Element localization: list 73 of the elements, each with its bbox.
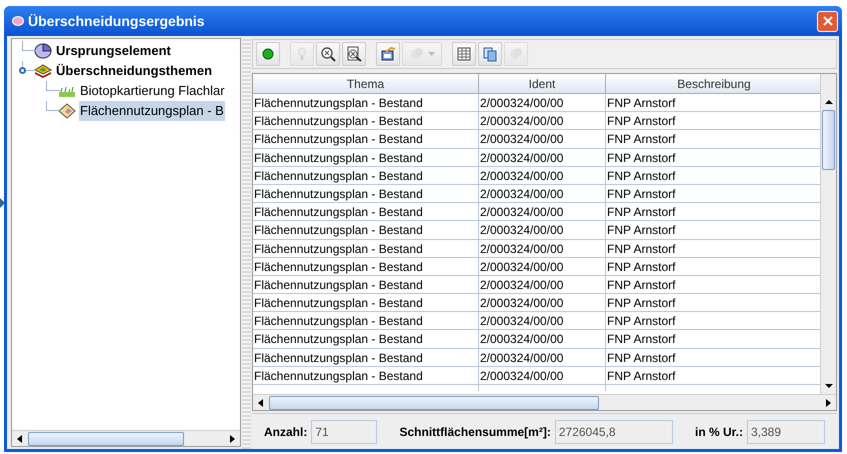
field-label: in % Ur.: xyxy=(694,424,743,440)
table-cell: Flächennutzungsplan - Bestand xyxy=(253,130,479,149)
table-cell: 2/000324/00/00 xyxy=(479,312,606,330)
table-cell: 2/000324/00/00 xyxy=(479,348,606,367)
tree-item[interactable]: Biotopkartierung Flachlar xyxy=(79,81,226,101)
table-cell: Flächennutzungsplan - Bestand xyxy=(253,166,479,185)
window-arrow-icon xyxy=(380,46,396,62)
table-cell: 2/000324/00/00 xyxy=(479,166,606,185)
table-cell: Flächennutzungsplan - Bestand xyxy=(253,348,479,367)
tree-item[interactable]: Überschneidungsthemen xyxy=(55,61,214,81)
column-header[interactable]: Beschreibung xyxy=(606,74,820,94)
close-button[interactable] xyxy=(817,10,838,32)
copy-icon xyxy=(482,46,498,62)
table-cell: Flächennutzungsplan - Bestand xyxy=(253,276,479,294)
table-cell: Flächennutzungsplan - Bestand xyxy=(253,184,479,204)
table-cell: Flächennutzungsplan - Bestand xyxy=(253,94,479,112)
dot-icon xyxy=(260,46,276,62)
table-cell: 2/000324/00/00 xyxy=(479,130,606,149)
table-cell: Flächennutzungsplan - Bestand xyxy=(253,203,479,222)
readonly-field: 71 xyxy=(311,420,378,444)
table-cell: 2/000324/00/00 xyxy=(479,184,606,204)
toolbar-button[interactable] xyxy=(342,42,366,66)
table-cell: 2/000324/00/00 xyxy=(479,240,606,258)
table-cell: Flächennutzungsplan - Bestand xyxy=(253,148,479,167)
pie-icon xyxy=(34,43,52,59)
table-cell: Flächennutzungsplan - Bestand xyxy=(253,240,479,258)
vertical-scrollbar[interactable] xyxy=(820,74,836,394)
close-icon xyxy=(822,16,832,26)
table-cell: Flächennutzungsplan - Bestand xyxy=(253,366,479,385)
tree-item[interactable]: Ursprungselement xyxy=(55,41,172,61)
table-cell: Flächennutzungsplan - Bestand xyxy=(253,330,479,349)
scroll-thumb[interactable] xyxy=(269,396,599,410)
toolbar-button[interactable] xyxy=(316,42,340,66)
table-cell: 2/000324/00/00 xyxy=(479,276,606,294)
table-cell: 2/000324/00/00 xyxy=(479,221,606,240)
collapse-handle-icon[interactable] xyxy=(19,67,26,74)
table-cell: 2/000324/00/00 xyxy=(479,366,606,385)
field-label: Anzahl: xyxy=(264,424,308,440)
table-cell: Flächennutzungsplan - Bestand xyxy=(253,221,479,240)
table-cell: 2/000324/00/00 xyxy=(479,330,606,349)
field-label: Schnittflächensumme[m²]: xyxy=(399,424,551,440)
table-icon xyxy=(456,46,472,62)
gem-icon xyxy=(12,16,24,26)
window-title: Überschneidungsergebnis xyxy=(28,12,205,31)
caret-icon xyxy=(428,52,434,56)
layers-icon xyxy=(34,63,52,79)
horizontal-scrollbar[interactable] xyxy=(12,430,240,446)
table-cell: 2/000324/00/00 xyxy=(479,148,606,167)
table-cell: 2/000324/00/00 xyxy=(479,258,606,276)
table-cell: 2/000324/00/00 xyxy=(479,294,606,312)
readonly-field: 3,389 xyxy=(747,420,825,444)
toolbar-button[interactable] xyxy=(376,42,400,66)
toolbar-button[interactable] xyxy=(256,42,280,66)
table-cell: 2/000324/00/00 xyxy=(479,112,606,130)
zoom-page-icon xyxy=(346,46,362,62)
scroll-thumb[interactable] xyxy=(822,110,835,170)
zoom-icon xyxy=(320,46,336,62)
readonly-field: 2726045,8 xyxy=(554,420,673,444)
table-cell: Flächennutzungsplan - Bestand xyxy=(253,112,479,130)
scroll-thumb[interactable] xyxy=(28,432,184,446)
tree-item[interactable]: Flächennutzungsplan - B xyxy=(79,101,225,121)
arrow-icon xyxy=(0,198,5,208)
toolbar-button[interactable] xyxy=(478,42,502,66)
column-header[interactable]: Thema xyxy=(253,74,479,94)
table-cell: Flächennutzungsplan - Bestand xyxy=(253,312,479,330)
toolbar-button[interactable] xyxy=(452,42,476,66)
table-cell: 2/000324/00/00 xyxy=(479,94,606,112)
table-cell: Flächennutzungsplan - Bestand xyxy=(253,258,479,276)
table-cell: 2/000324/00/00 xyxy=(479,203,606,222)
column-header[interactable]: Ident xyxy=(479,74,606,94)
diamond-icon xyxy=(58,103,76,119)
table-cell: Flächennutzungsplan - Bestand xyxy=(253,294,479,312)
horizontal-scrollbar[interactable] xyxy=(253,394,836,410)
